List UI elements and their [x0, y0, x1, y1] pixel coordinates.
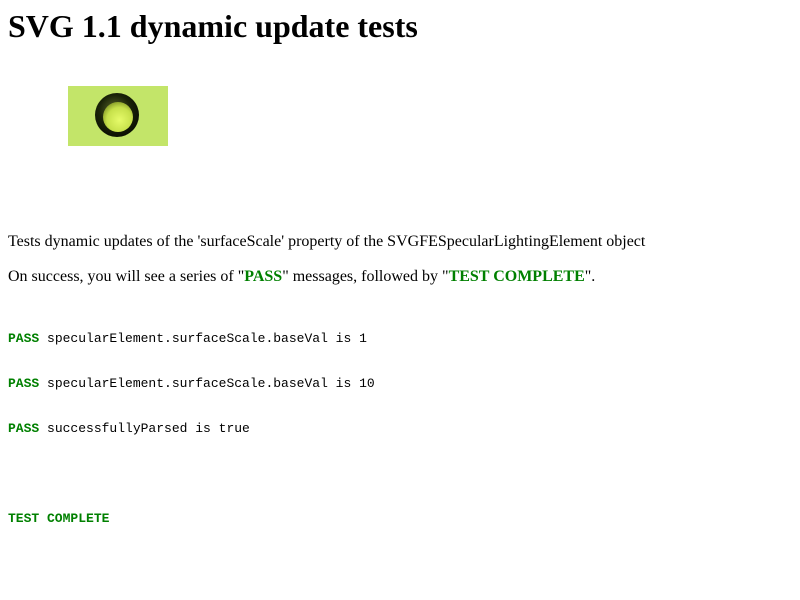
result-status: PASS	[8, 421, 40, 436]
success-suffix: ".	[584, 268, 596, 285]
result-status: PASS	[8, 331, 40, 346]
success-middle: " messages, followed by "	[282, 268, 449, 285]
test-complete-status: TEST COMPLETE	[8, 511, 110, 526]
result-line: PASS specularElement.surfaceScale.baseVa…	[8, 331, 375, 346]
test-description: Tests dynamic updates of the 'surfaceSca…	[8, 233, 646, 250]
demo-center	[103, 102, 133, 132]
result-line: PASS successfullyParsed is true	[8, 421, 375, 436]
success-prefix: On success, you will see a series of "	[8, 268, 245, 285]
specular-lighting-demo	[68, 86, 168, 146]
success-instructions: On success, you will see a series of "PA…	[8, 267, 595, 286]
page-title: SVG 1.1 dynamic update tests	[8, 8, 418, 44]
result-text: specularElement.surfaceScale.baseVal is …	[39, 376, 375, 391]
result-status: PASS	[8, 376, 40, 391]
result-text: specularElement.surfaceScale.baseVal is …	[39, 331, 367, 346]
complete-keyword: TEST COMPLETE	[448, 268, 585, 285]
result-text: successfullyParsed is true	[39, 421, 250, 436]
console-output: PASS specularElement.surfaceScale.baseVa…	[8, 301, 375, 541]
pass-keyword: PASS	[244, 268, 283, 285]
result-line: PASS specularElement.surfaceScale.baseVa…	[8, 376, 375, 391]
